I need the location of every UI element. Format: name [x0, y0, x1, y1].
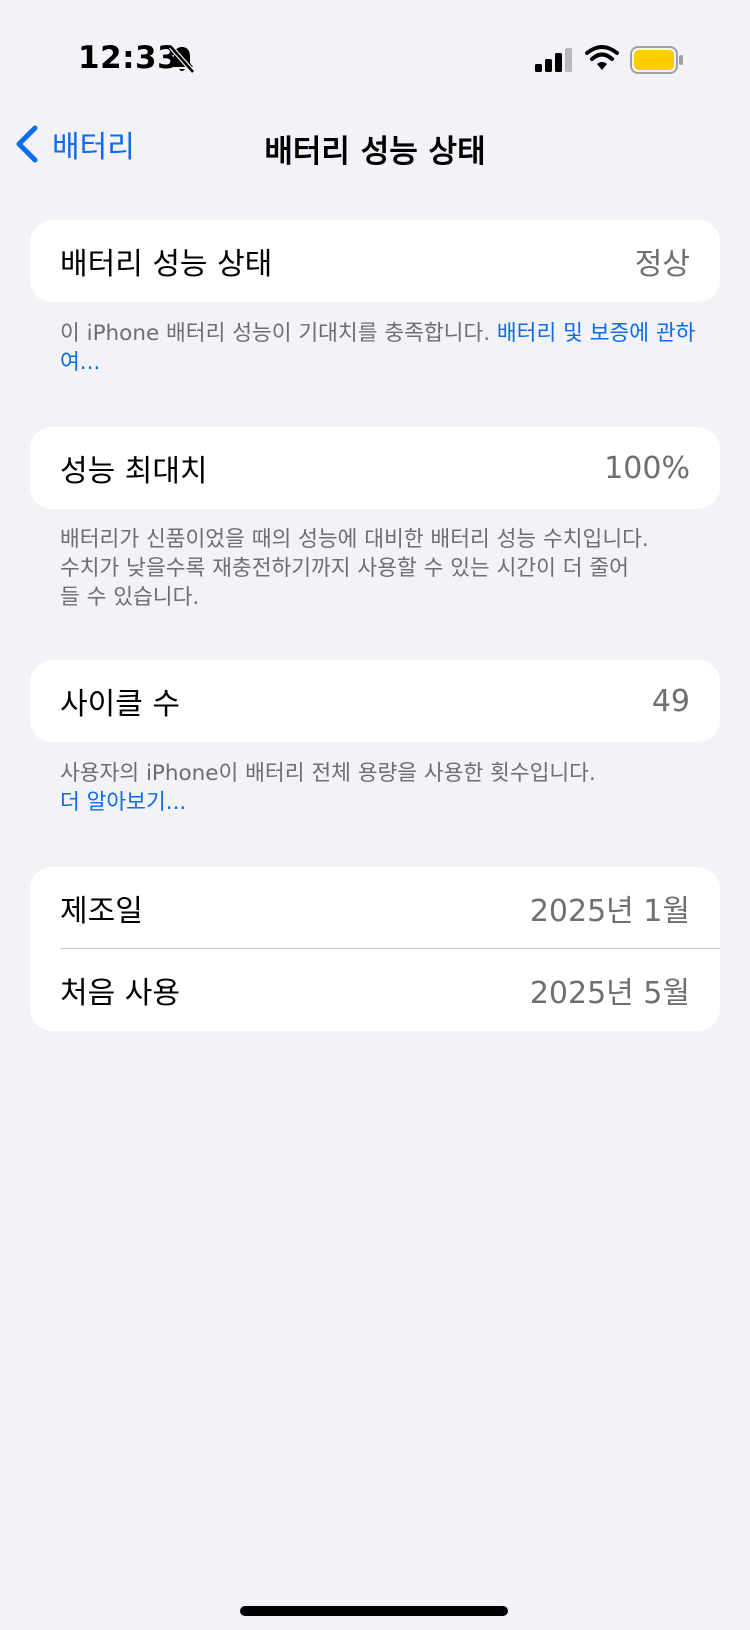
maximum-capacity-value: 100%: [604, 450, 690, 486]
manufacture-date-row: 제조일 2025년 1월: [30, 867, 720, 949]
battery-health-label: 배터리 성능 상태: [60, 247, 273, 282]
maximum-capacity-label: 성능 최대치: [60, 454, 208, 489]
wifi-icon: [585, 45, 619, 70]
first-use-row: 처음 사용 2025년 5월: [30, 949, 720, 1031]
maximum-capacity-footnote-line: 수치가 낮을수록 재충전하기까지 사용할 수 있는 시간이 더 줄어: [60, 556, 629, 581]
cycle-count-footnote: 사용자의 iPhone이 배터리 전체 용량을 사용한 횟수입니다. 더 알아보…: [60, 759, 700, 817]
home-indicator[interactable]: [240, 1606, 508, 1616]
status-bar: 12:33: [0, 0, 750, 120]
dates-card: 제조일 2025년 1월 처음 사용 2025년 5월: [30, 867, 720, 1031]
battery-health-value: 정상: [634, 247, 690, 282]
battery-health-footnote-text: 이 iPhone 배터리 성능이 기대치를 충족합니다.: [60, 321, 497, 346]
manufacture-date-label: 제조일: [60, 894, 143, 929]
status-time: 12:33: [78, 40, 180, 76]
maximum-capacity-row: 성능 최대치 100%: [30, 427, 720, 509]
cycle-count-value: 49: [651, 683, 690, 719]
first-use-label: 처음 사용: [60, 976, 180, 1011]
battery-icon: [630, 46, 683, 74]
battery-health-row: 배터리 성능 상태 정상: [30, 220, 720, 302]
battery-health-footnote: 이 iPhone 배터리 성능이 기대치를 충족합니다. 배터리 및 보증에 관…: [60, 319, 700, 377]
page-title: 배터리 성능 상태: [264, 134, 486, 170]
maximum-capacity-footnote-line: 들 수 있습니다.: [60, 585, 200, 610]
bell-slash-icon: [169, 45, 195, 74]
maximum-capacity-footnote-line: 배터리가 신품이었을 때의 성능에 대비한 배터리 성능 수치입니다.: [60, 527, 649, 552]
battery-health-card: 배터리 성능 상태 정상: [30, 220, 720, 302]
cellular-signal-icon: [535, 48, 572, 72]
learn-more-link[interactable]: 더 알아보기...: [60, 788, 700, 817]
manufacture-date-value: 2025년 1월: [529, 894, 690, 929]
maximum-capacity-footnote: 배터리가 신품이었을 때의 성능에 대비한 배터리 성능 수치입니다. 수치가 …: [60, 525, 700, 612]
cycle-count-card: 사이클 수 49: [30, 660, 720, 742]
cycle-count-row: 사이클 수 49: [30, 660, 720, 742]
navigation-bar: 배터리 배터리 성능 상태: [0, 108, 750, 180]
cycle-count-footnote-text: 사용자의 iPhone이 배터리 전체 용량을 사용한 횟수입니다.: [60, 761, 596, 786]
first-use-value: 2025년 5월: [529, 976, 690, 1011]
maximum-capacity-card: 성능 최대치 100%: [30, 427, 720, 509]
cycle-count-label: 사이클 수: [60, 687, 180, 722]
